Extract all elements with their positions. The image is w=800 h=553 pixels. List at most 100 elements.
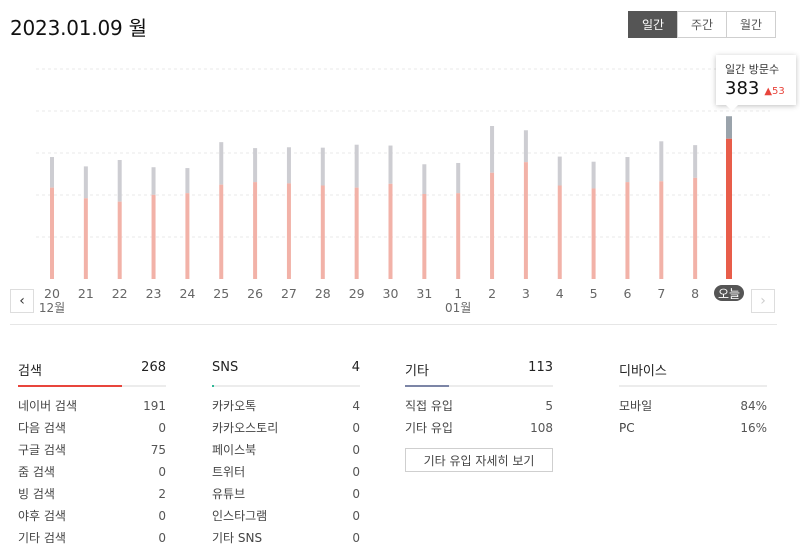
etc-row-label: 기타 유입 [405, 421, 453, 435]
bar-segment-lower[interactable] [693, 177, 698, 279]
bar-segment-lower[interactable] [726, 138, 732, 279]
sns-row-value: 0 [352, 443, 360, 457]
search-row: 야후 검색 0 [18, 508, 166, 530]
x-tick-label: 1 [454, 286, 462, 301]
tab-monthly[interactable]: 월간 [726, 11, 776, 38]
etc-row-value: 5 [545, 399, 553, 413]
etc-row-label: 직접 유입 [405, 399, 453, 413]
device-title: 디바이스 [619, 364, 667, 379]
bar-segment-lower[interactable] [151, 194, 156, 279]
bar-segment-upper[interactable] [422, 164, 427, 194]
bar-segment-upper[interactable] [117, 160, 122, 202]
bar-segment-upper[interactable] [320, 147, 325, 186]
search-title: 검색 [18, 364, 42, 379]
tab-daily[interactable]: 일간 [628, 11, 678, 38]
search-header: 검색 268 [18, 360, 166, 382]
bar-segment-lower[interactable] [320, 185, 325, 280]
bar-segment-lower[interactable] [659, 181, 664, 279]
tooltip-delta: ▲53 [764, 86, 785, 97]
bar-segment-lower[interactable] [83, 198, 88, 279]
search-rows: 네이버 검색 191 다음 검색 0 구글 검색 75 줌 검색 0 빙 검색 2 야후 검색 0 기타… [18, 398, 166, 552]
bar-segment-upper[interactable] [219, 142, 224, 185]
more-etc-button[interactable]: 기타 유입 자세히 보기 [405, 448, 553, 472]
sns-row-value: 0 [352, 421, 360, 435]
x-tick-label: 20 [44, 286, 60, 301]
sns-title: SNS [212, 360, 239, 375]
x-tick-label: 7 [657, 286, 665, 301]
device-row-label: PC [619, 421, 635, 435]
bar-segment-lower[interactable] [456, 193, 461, 279]
search-row-label: 야후 검색 [18, 509, 66, 523]
search-row-value: 191 [143, 399, 166, 413]
bar-segment-upper[interactable] [83, 166, 88, 199]
bar-segment-upper[interactable] [557, 156, 562, 186]
bar-segment-lower[interactable] [286, 183, 291, 279]
device-row-label: 모바일 [619, 399, 653, 413]
search-row-value: 0 [158, 421, 166, 435]
next-button[interactable]: › [751, 289, 775, 313]
bar-segment-upper[interactable] [456, 162, 461, 194]
bar-segment-lower[interactable] [591, 188, 596, 279]
bar-segment-upper[interactable] [490, 126, 495, 173]
x-tick-label: 5 [590, 286, 598, 301]
bar-segment-lower[interactable] [219, 184, 224, 279]
prev-button[interactable]: ‹ [10, 289, 34, 313]
etc-row-value: 108 [530, 421, 553, 435]
bar-segment-upper[interactable] [659, 141, 664, 182]
bar-segment-upper[interactable] [523, 130, 528, 163]
bar-segment-upper[interactable] [693, 145, 698, 178]
x-tick-label: 26 [247, 286, 263, 301]
bar-segment-upper[interactable] [50, 157, 54, 188]
sns-total: 4 [351, 360, 360, 375]
x-tick-label: 22 [112, 286, 128, 301]
bar-segment-lower[interactable] [50, 187, 54, 279]
bar-segment-upper[interactable] [388, 145, 393, 184]
device-share-bar [619, 385, 767, 387]
date-title: 2023.01.09 월 [10, 16, 147, 40]
bar-segment-lower[interactable] [253, 182, 258, 279]
bar-segment-upper[interactable] [185, 168, 190, 194]
sns-row-value: 0 [352, 531, 360, 545]
sns-row: 카카오톡 4 [212, 398, 360, 420]
bar-segment-upper[interactable] [151, 167, 156, 195]
bar-segment-lower[interactable] [523, 162, 528, 279]
sns-row-label: 유튜브 [212, 487, 246, 501]
bar-segment-upper[interactable] [591, 161, 596, 189]
x-tick-label: 오늘 [718, 287, 740, 301]
tooltip-row: 383 ▲53 [725, 78, 787, 99]
sns-row: 인스타그램 0 [212, 508, 360, 530]
bar-segment-lower[interactable] [490, 172, 495, 279]
x-tick-label: 4 [556, 286, 564, 301]
sns-row-label: 인스타그램 [212, 509, 268, 523]
bar-segment-upper[interactable] [354, 144, 359, 188]
etc-header: 기타 113 [405, 360, 553, 382]
bar-segment-upper[interactable] [253, 148, 258, 183]
bar-segment-lower[interactable] [354, 187, 359, 279]
bar-segment-lower[interactable] [117, 201, 122, 279]
x-tick-label: 24 [179, 286, 195, 301]
sns-row-value: 0 [352, 487, 360, 501]
x-tick-label: 6 [623, 286, 631, 301]
sns-rows: 카카오톡 4 카카오스토리 0 페이스북 0 트위터 0 유튜브 0 인스타그램 0 기타 SNS 0 [212, 398, 360, 552]
search-row-value: 0 [158, 509, 166, 523]
search-row-value: 2 [158, 487, 166, 501]
x-tick-label: 29 [349, 286, 365, 301]
sns-row-value: 4 [352, 399, 360, 413]
bar-segment-upper[interactable] [286, 147, 291, 184]
bar-segment-lower[interactable] [625, 182, 630, 279]
bar-segment-lower[interactable] [422, 194, 427, 279]
month-label: 01월 [445, 301, 471, 315]
bar-segment-lower[interactable] [557, 185, 562, 280]
sns-stats: SNS 4 카카오톡 4 카카오스토리 0 페이스북 0 트위터 0 유튜브 0 인스타그램 0 기타 … [212, 360, 360, 552]
chevron-right-icon: › [760, 293, 766, 309]
bar-segment-lower[interactable] [388, 183, 393, 279]
sns-row-value: 0 [352, 465, 360, 479]
period-tabs: 일간 주간 월간 [628, 11, 776, 38]
bar-segment-lower[interactable] [185, 193, 190, 279]
bar-segment-upper[interactable] [625, 157, 630, 183]
search-total: 268 [141, 360, 166, 375]
tab-weekly[interactable]: 주간 [677, 11, 727, 38]
etc-rows: 직접 유입 5 기타 유입 108 [405, 398, 553, 442]
device-row: 모바일 84% [619, 398, 767, 420]
bar-segment-upper[interactable] [726, 116, 732, 139]
